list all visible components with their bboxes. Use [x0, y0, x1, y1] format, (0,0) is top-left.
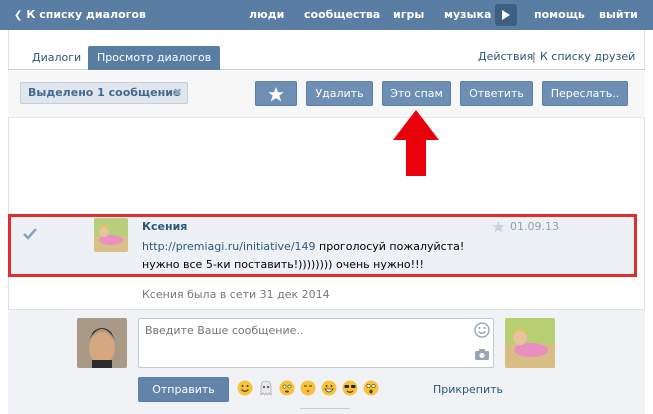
nav-games[interactable]: игры [393, 0, 424, 30]
emoji-bar [237, 380, 384, 396]
message-body: http://premiagi.ru/initiative/149 прогол… [142, 238, 482, 274]
message-input[interactable] [138, 318, 494, 368]
emoji-smile-icon[interactable] [237, 380, 253, 396]
to-friends-link[interactable]: К списку друзей [540, 46, 635, 68]
spam-button[interactable]: Это спам [382, 81, 451, 106]
nav-people[interactable]: люди [249, 0, 284, 30]
star-icon [268, 87, 284, 102]
online-status: Ксения была в сети 31 дек 2014 [142, 288, 330, 301]
emoji-ghost-icon[interactable] [258, 380, 274, 396]
emoji-worried-icon[interactable] [279, 380, 295, 396]
avatar-photo-icon [77, 318, 127, 368]
nav-more-button[interactable] [495, 4, 517, 26]
avatar-photo-icon [505, 318, 555, 368]
tab-view-dialogs[interactable]: Просмотр диалогов [88, 46, 221, 70]
tabs-separator: | [532, 50, 536, 63]
emoji-shocked-icon[interactable] [363, 380, 379, 396]
nav-music[interactable]: музыка [444, 0, 491, 30]
emoji-kiss-icon[interactable] [300, 380, 316, 396]
smile-icon[interactable] [474, 322, 490, 338]
nav-help[interactable]: помощь [534, 0, 585, 30]
nav-communities[interactable]: сообщества [304, 0, 380, 30]
mark-important-button[interactable] [255, 81, 297, 106]
star-outline-icon[interactable] [492, 221, 505, 233]
attach-link[interactable]: Прикрепить [433, 383, 503, 396]
avatar-photo-icon [94, 218, 128, 252]
actions-link[interactable]: Действия [478, 46, 533, 68]
clear-selection-icon[interactable]: ✖ [173, 83, 182, 103]
reply-button[interactable]: Ответить [460, 81, 533, 106]
nav-logout[interactable]: выйти [599, 0, 638, 30]
tab-dialogs[interactable]: Диалоги [23, 46, 90, 70]
top-bar: ❮ К списку диалогов люди сообщества игры … [0, 0, 653, 30]
camera-icon[interactable] [474, 348, 490, 361]
contact-avatar[interactable] [505, 318, 555, 368]
delete-button[interactable]: Удалить [306, 81, 373, 106]
my-avatar[interactable] [77, 318, 127, 368]
sender-name-link[interactable]: Ксения [142, 220, 187, 233]
emoji-grin-icon[interactable] [321, 380, 337, 396]
message-date: 01.09.13 [510, 220, 559, 233]
play-icon [502, 10, 510, 20]
resize-handle[interactable] [300, 408, 350, 412]
checkmark-icon[interactable] [22, 227, 38, 241]
selected-count-badge: Выделено 1 сообщение ✖ [20, 82, 188, 104]
chevron-left-icon: ❮ [14, 10, 23, 21]
send-button[interactable]: Отправить [138, 377, 229, 402]
tabs-row: Диалоги Просмотр диалогов Действия | К с… [8, 46, 645, 70]
forward-button[interactable]: Переслать.. [542, 81, 628, 106]
message-link[interactable]: http://premiagi.ru/initiative/149 [142, 240, 316, 253]
sender-avatar[interactable] [94, 218, 128, 252]
red-arrow-annotation [393, 110, 439, 176]
emoji-sunglasses-icon[interactable] [342, 380, 358, 396]
back-to-dialogs-link[interactable]: ❮ К списку диалогов [14, 0, 146, 31]
